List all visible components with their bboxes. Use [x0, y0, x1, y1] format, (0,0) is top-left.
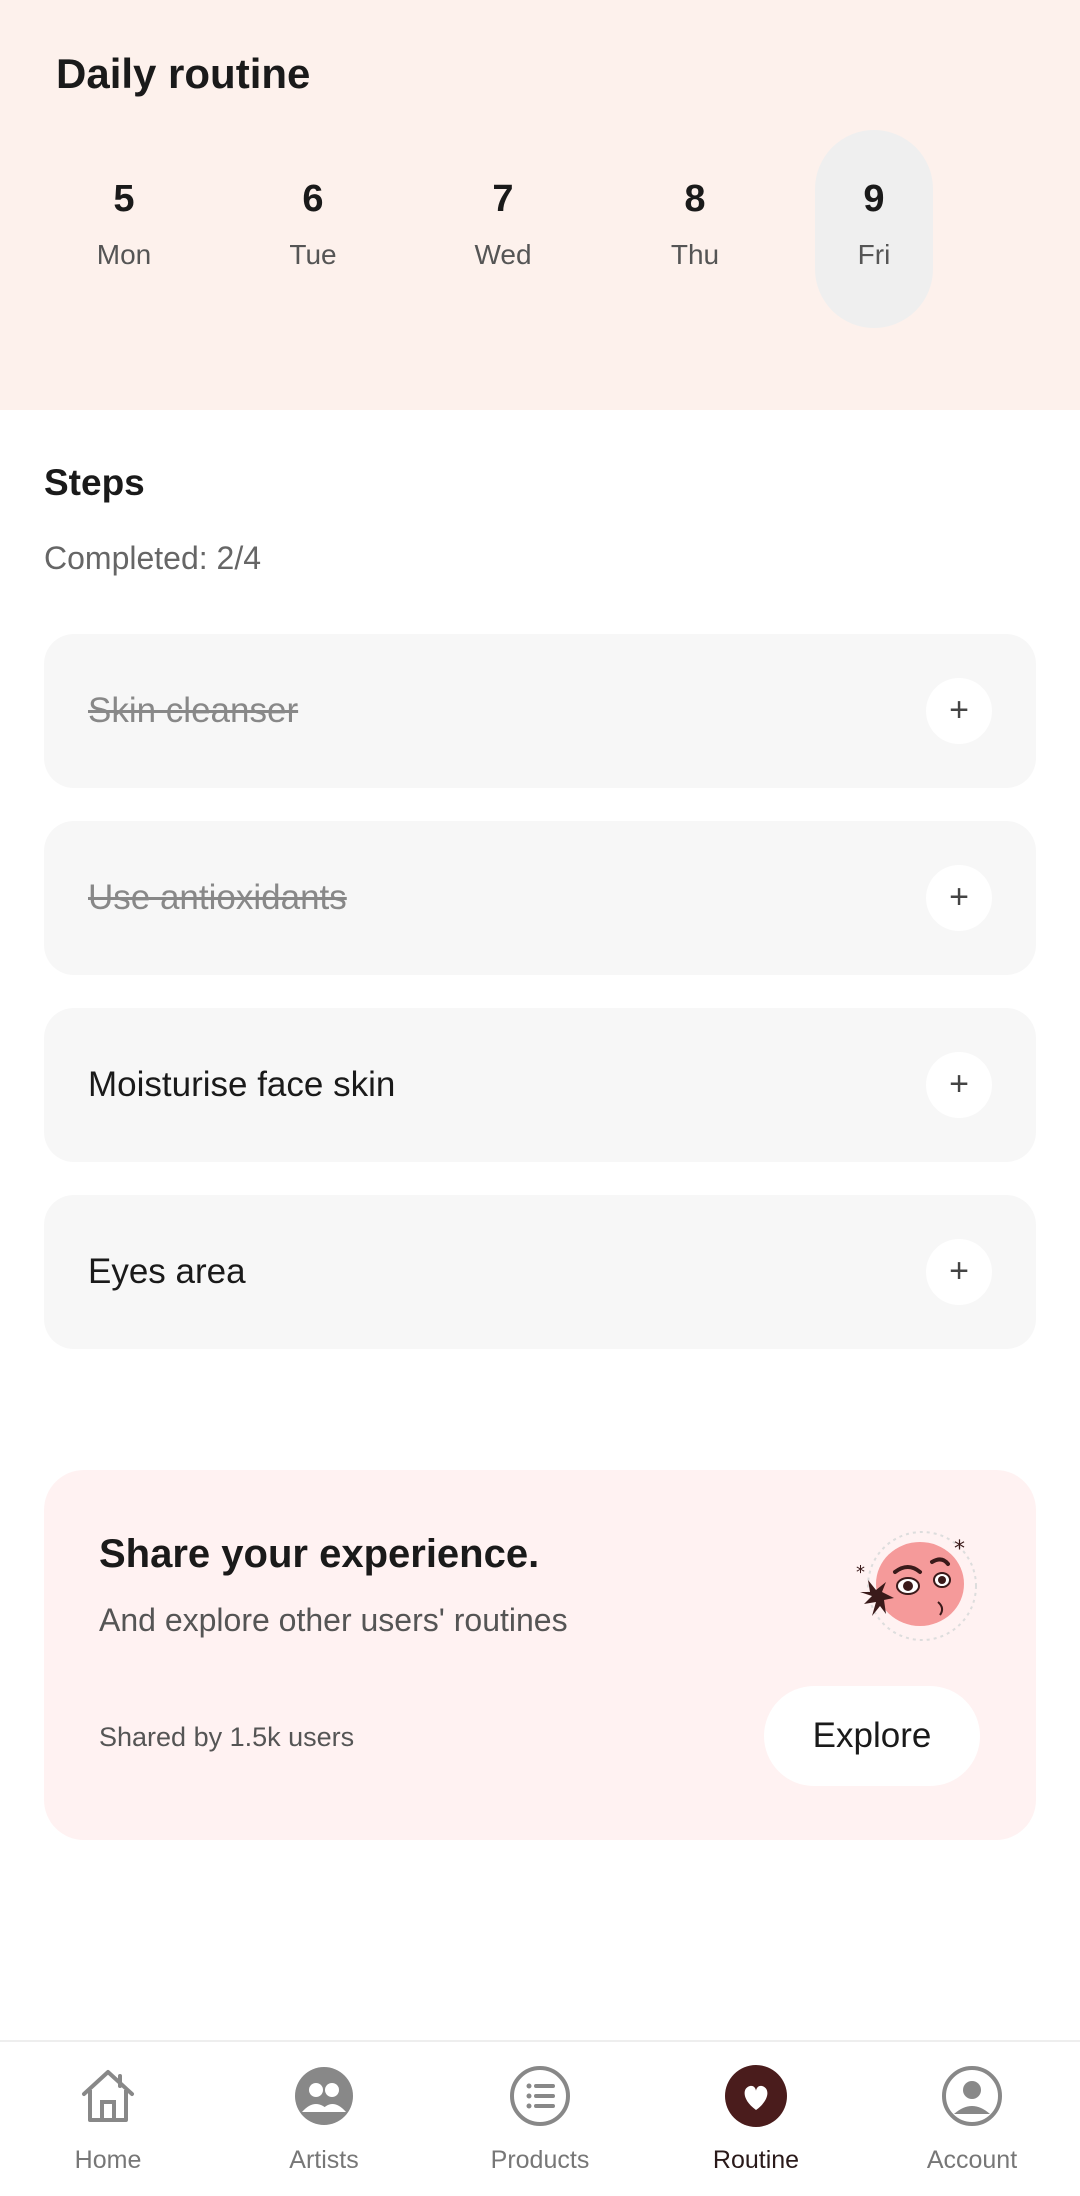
steps-title: Steps — [44, 462, 145, 503]
share-card: Share your experience. And explore other… — [44, 1470, 1036, 1840]
svg-text:*: * — [954, 1537, 965, 1562]
day-number: 5 — [113, 178, 135, 220]
day-number: 7 — [492, 178, 514, 220]
day-number: 6 — [302, 178, 324, 220]
step-item[interactable]: Use antioxidants + — [44, 821, 1036, 975]
step-item[interactable]: Skin cleanser + — [44, 634, 1036, 788]
step-label: Use antioxidants — [88, 878, 347, 917]
share-count: Shared by 1.5k users — [99, 1722, 355, 1752]
svg-text:*: * — [856, 1562, 865, 1583]
explore-button[interactable]: Explore — [764, 1686, 980, 1786]
nav-item-account[interactable]: Account — [864, 2042, 1080, 2196]
artists-icon — [295, 2067, 353, 2125]
nav-item-home[interactable]: Home — [0, 2042, 216, 2196]
bottom-nav: Home Artists Products Routine Account — [0, 2040, 1080, 2196]
nav-label: Products — [490, 2146, 590, 2174]
share-subtitle: And explore other users' routines — [99, 1602, 568, 1638]
nav-label: Routine — [712, 2146, 800, 2174]
completed-counter: Completed: 2/4 — [44, 540, 262, 576]
day-mon[interactable]: 5 Mon — [65, 130, 183, 328]
home-icon — [82, 2070, 134, 2122]
step-label: Moisturise face skin — [88, 1065, 396, 1104]
day-thu[interactable]: 8 Thu — [636, 130, 754, 328]
nav-item-routine[interactable]: Routine — [648, 2042, 864, 2196]
step-item[interactable]: Moisturise face skin + — [44, 1008, 1036, 1162]
heart-icon — [725, 2065, 787, 2127]
day-name: Tue — [289, 239, 337, 270]
day-number: 8 — [684, 178, 706, 220]
step-item[interactable]: Eyes area + — [44, 1195, 1036, 1349]
step-label: Skin cleanser — [88, 691, 299, 730]
plus-icon[interactable]: + — [926, 1052, 992, 1118]
list-icon — [510, 2066, 570, 2126]
day-fri[interactable]: 9 Fri — [815, 130, 933, 328]
day-tue[interactable]: 6 Tue — [254, 130, 372, 328]
nav-label: Account — [926, 2146, 1018, 2174]
day-selector: 5 Mon 6 Tue 7 Wed 8 Thu 9 Fri — [0, 130, 1080, 330]
plus-icon[interactable]: + — [926, 678, 992, 744]
plus-icon[interactable]: + — [926, 865, 992, 931]
plus-icon[interactable]: + — [926, 1239, 992, 1305]
day-name: Wed — [474, 239, 532, 270]
nav-label: Home — [74, 2146, 142, 2174]
face-sticker-illustration: * * — [856, 1531, 977, 1641]
day-number: 9 — [863, 178, 885, 220]
nav-label: Artists — [289, 2146, 359, 2174]
page-title: Daily routine — [56, 50, 311, 97]
day-name: Thu — [670, 239, 720, 270]
account-icon — [942, 2066, 1002, 2126]
day-name: Fri — [857, 239, 891, 270]
nav-item-artists[interactable]: Artists — [216, 2042, 432, 2196]
day-name: Mon — [96, 239, 152, 270]
share-title: Share your experience. — [99, 1532, 540, 1576]
day-wed[interactable]: 7 Wed — [444, 130, 562, 328]
step-label: Eyes area — [88, 1252, 246, 1291]
header: Daily routine 5 Mon 6 Tue 7 Wed 8 Thu 9 … — [0, 0, 1080, 410]
nav-item-products[interactable]: Products — [432, 2042, 648, 2196]
